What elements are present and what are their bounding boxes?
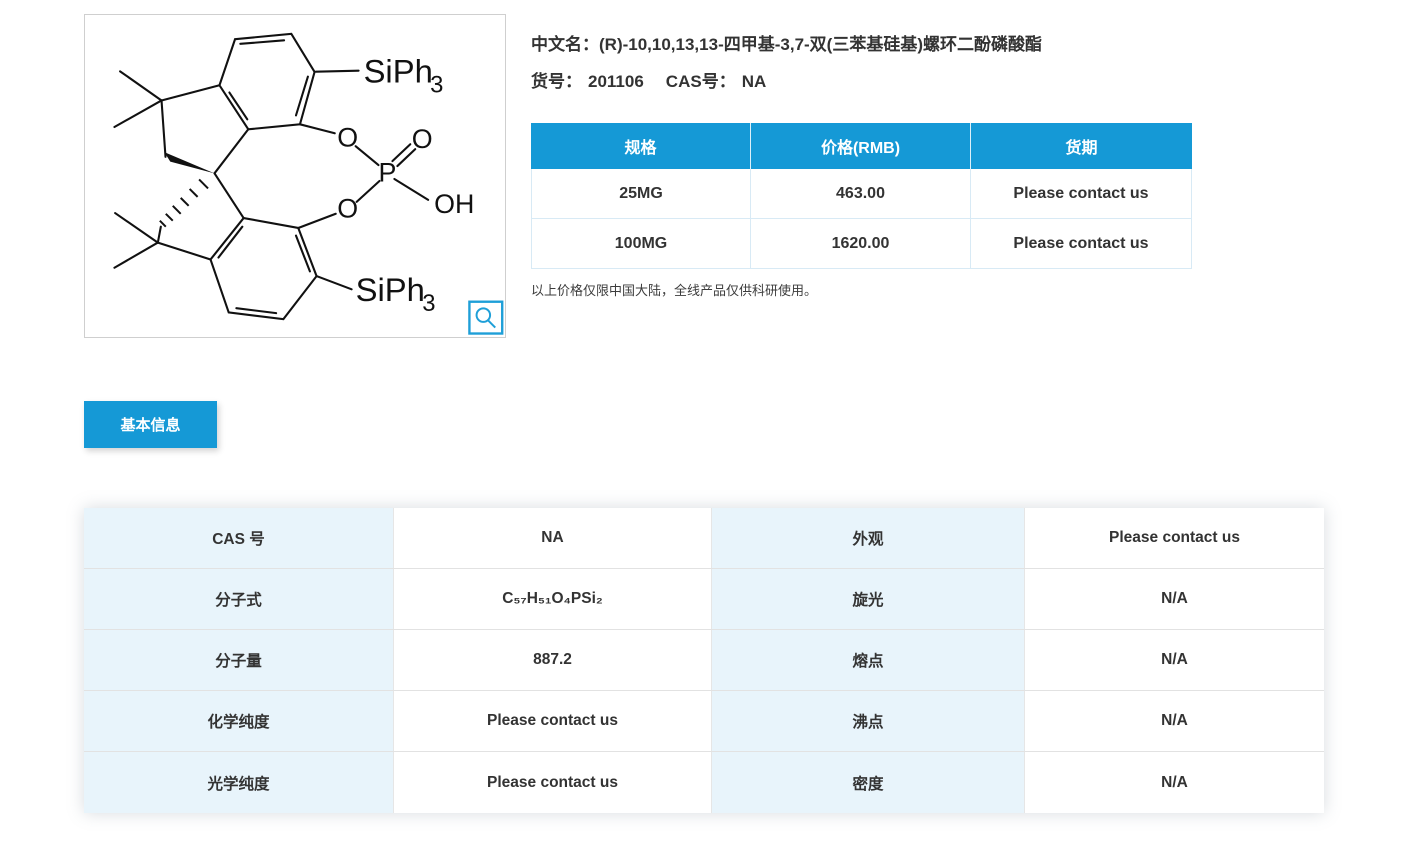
info-label: 外观	[712, 508, 1025, 568]
siph3-top-subscript: 3	[430, 72, 443, 99]
price-header-leadtime: 货期	[1065, 140, 1098, 157]
price-table-header-row: 规格 价格(RMB) 货期	[531, 123, 1192, 169]
price-header-price: 价格(RMB)	[751, 123, 971, 169]
info-table-row: 分子式 C₅₇H₅₁O₄PSi₂ 旋光 N/A	[84, 569, 1324, 630]
info-value: N/A	[1161, 651, 1188, 668]
info-label: 光学纯度	[84, 752, 394, 813]
price-cell-price: 1620.00	[751, 219, 971, 268]
info-value: Please contact us	[394, 691, 712, 751]
info-table-row: 分子量 887.2 熔点 N/A	[84, 630, 1324, 691]
info-value: N/A	[1161, 712, 1188, 729]
oxygen-double-label: O	[412, 124, 433, 154]
info-table-row: 化学纯度 Please contact us 沸点 N/A	[84, 691, 1324, 752]
info-label: 旋光	[712, 569, 1025, 629]
price-table: 规格 价格(RMB) 货期 25MG 463.00 Please contact…	[531, 123, 1192, 269]
top-benzene-ring	[218, 32, 316, 131]
hash-bond	[159, 178, 209, 228]
price-header-spec: 规格	[531, 123, 751, 169]
siph3-top-label: SiPh	[364, 53, 433, 90]
bottom-benzene-ring	[209, 216, 318, 321]
sku-cas-line: 货号： 201106 CAS号： NA	[531, 67, 772, 92]
info-label: 分子式	[84, 569, 394, 629]
price-cell-spec: 25MG	[531, 169, 751, 218]
molecule-structure-svg: O O P OH O SiPh 3 SiPh 3	[113, 32, 504, 335]
product-name-value: (R)-10,10,13,13-四甲基-3,7-双(三苯基硅基)螺环二酚磷酸酯	[599, 35, 1043, 54]
sku-label: 货号：	[531, 72, 582, 91]
price-cell-leadtime: Please contact us	[971, 219, 1192, 268]
price-table-row: 25MG 463.00 Please contact us	[531, 169, 1192, 219]
basic-info-table: CAS 号 NA 外观 Please contact us 分子式 C₅₇H₅₁…	[84, 508, 1324, 813]
info-value: Please contact us	[394, 752, 712, 813]
product-name-line: 中文名：(R)-10,10,13,13-四甲基-3,7-双(三苯基硅基)螺环二酚…	[531, 30, 1042, 55]
info-label: 分子量	[84, 630, 394, 690]
info-value: C₅₇H₅₁O₄PSi₂	[394, 569, 712, 629]
price-note: 以上价格仅限中国大陆，全线产品仅供科研使用。	[531, 283, 818, 298]
oxygen-top-label: O	[337, 123, 358, 153]
info-value: 887.2	[394, 630, 712, 690]
oxygen-bottom-label: O	[337, 194, 358, 224]
hydroxyl-label: OH	[434, 189, 474, 219]
price-table-row: 100MG 1620.00 Please contact us	[531, 219, 1192, 269]
phosphorus-atom-label: P	[378, 157, 396, 187]
price-cell-price: 463.00	[751, 169, 971, 218]
siph3-bottom-subscript: 3	[422, 290, 435, 317]
info-value: N/A	[1161, 590, 1188, 607]
magnifier-icon[interactable]	[468, 300, 504, 335]
structure-image-box: O O P OH O SiPh 3 SiPh 3	[84, 14, 506, 338]
info-label: 密度	[712, 752, 1025, 813]
info-table-row: CAS 号 NA 外观 Please contact us	[84, 508, 1324, 569]
price-cell-spec: 100MG	[531, 219, 751, 268]
info-label: CAS 号	[84, 508, 394, 568]
cas-label: CAS号：	[665, 72, 736, 91]
info-value: Please contact us	[1109, 529, 1240, 546]
info-label: 熔点	[712, 630, 1025, 690]
info-value: NA	[394, 508, 712, 568]
wedge-bond	[164, 152, 215, 174]
info-label: 沸点	[712, 691, 1025, 751]
price-cell-leadtime: Please contact us	[971, 169, 1192, 218]
cas-value: NA	[741, 72, 767, 91]
siph3-bottom-label: SiPh	[356, 271, 425, 308]
info-value: N/A	[1161, 773, 1188, 791]
tab-basic-info[interactable]: 基本信息	[84, 401, 217, 448]
sku-value: 201106	[588, 72, 644, 91]
product-name-label: 中文名：	[531, 35, 599, 54]
info-table-row: 光学纯度 Please contact us 密度 N/A	[84, 752, 1324, 813]
info-label: 化学纯度	[84, 691, 394, 751]
